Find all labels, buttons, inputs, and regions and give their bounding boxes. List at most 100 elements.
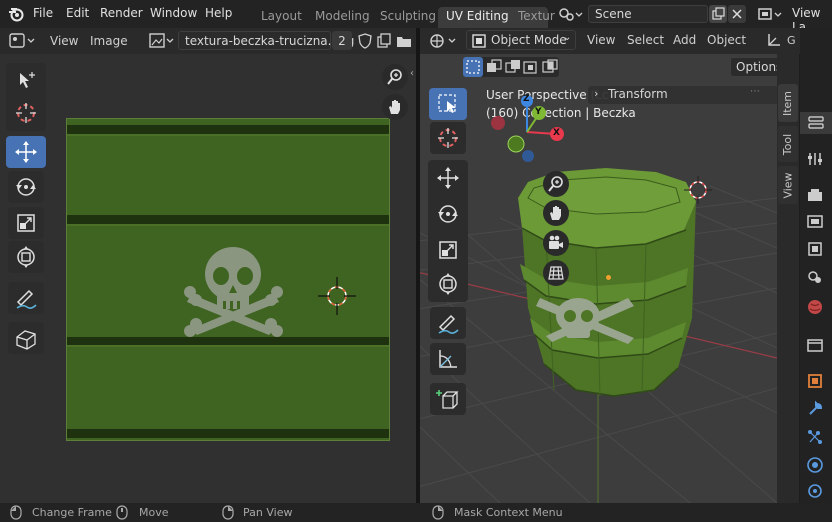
open-image-folder-icon[interactable] [395,32,413,50]
object-mode-dropdown[interactable]: Object Mode ⌄ [466,30,576,50]
viewport-tool-cursor[interactable] [430,122,466,154]
tool-move[interactable] [6,136,46,168]
image-editor-view-menu[interactable]: View [50,34,78,48]
select-box-icon [438,94,456,113]
menu-help[interactable]: Help [205,6,232,20]
image-name-field[interactable]: textura-beczka-trucizna.png [178,31,354,50]
move-icon [15,141,37,163]
viewport-pan-button[interactable] [543,200,569,226]
select-box-icon [20,72,35,88]
select-new-button[interactable] [463,57,483,77]
select-intersect-button[interactable] [540,57,560,77]
delete-scene-icon[interactable] [728,5,746,23]
transform-orientation-icon[interactable]: G [765,31,796,49]
constraint-properties-icon[interactable] [806,482,824,500]
tab-sculpting[interactable]: Sculpting [380,9,436,23]
transform-icon [439,273,457,295]
view-layer-properties-icon[interactable] [806,240,824,258]
hand-icon [550,206,561,220]
select-invert-button[interactable] [521,57,541,77]
tab-uv-editing[interactable]: UV Editing [446,9,509,23]
image-user-count-label: 2 [338,33,346,48]
tool-rotate[interactable] [8,171,44,203]
scene-name-field[interactable]: Scene [588,5,708,23]
sample-icon [16,330,36,350]
image-browse-icon[interactable] [148,32,176,50]
viewport-tool-add-cube[interactable] [430,383,466,415]
scene-properties-icon[interactable] [806,268,824,286]
image-editor-image-menu[interactable]: Image [90,34,128,48]
menu-render[interactable]: Render [100,6,143,20]
mouse-middle-icon [116,505,128,520]
grid-icon [548,266,564,280]
gizmo-x-label: X [553,128,560,138]
tab-layout[interactable]: Layout [261,9,302,23]
view-layer-icon[interactable] [756,6,784,23]
collection-properties-icon[interactable] [806,336,824,354]
menu-edit[interactable]: Edit [66,6,89,20]
drag-handle-icon: ⋯ [750,86,760,97]
barrel-object[interactable] [516,168,702,400]
viewport-tool-measure[interactable] [430,343,466,375]
tool-sample[interactable] [8,322,44,354]
viewport-editor-type-icon[interactable] [428,32,460,50]
transform-panel-header[interactable]: › Transform ⋯ [588,86,778,104]
2d-cursor-icon[interactable] [318,277,356,315]
object-properties-icon[interactable] [806,372,824,390]
tool-transform[interactable] [8,241,44,273]
tab-texture-paint[interactable]: Textur [518,9,555,23]
mouse-right-icon [222,505,234,520]
sidebar-tab-item[interactable]: Item [778,84,798,122]
render-properties-icon[interactable] [806,186,824,204]
world-properties-icon[interactable] [806,298,824,316]
tool-scale[interactable] [8,207,44,239]
tool-annotate[interactable] [8,282,44,314]
particles-properties-icon[interactable] [806,428,824,446]
output-properties-icon[interactable] [806,212,824,230]
chevron-right-icon: › [594,87,599,100]
viewport-zoom-button[interactable] [543,171,569,197]
3d-cursor-icon[interactable] [684,176,712,204]
select-subtract-button[interactable] [503,57,523,77]
viewport-tool-move[interactable] [430,162,466,194]
viewport-select-menu[interactable]: Select [627,33,664,47]
new-scene-icon[interactable] [709,5,727,23]
menu-file[interactable]: File [33,6,53,20]
viewport-ortho-toggle-button[interactable] [543,260,569,286]
image-zoom-button[interactable] [382,64,408,90]
viewport-tool-annotate[interactable] [430,307,466,339]
image-pan-button[interactable] [382,94,408,120]
viewport-view-menu[interactable]: View [587,33,615,47]
viewport-tool-select-box[interactable] [429,88,467,120]
rotate-icon [16,178,36,196]
modifier-properties-icon[interactable] [806,400,824,418]
scene-selector-icon[interactable] [558,6,584,23]
new-image-icon[interactable] [375,32,393,50]
viewport-tool-rotate[interactable] [430,198,466,230]
navigation-gizmo[interactable]: Z X Y [484,92,574,166]
menu-window[interactable]: Window [150,6,197,20]
select-extend-button[interactable] [484,57,504,77]
mouse-right-icon [432,505,444,520]
tool-cursor[interactable] [8,97,44,129]
tool-select-box[interactable] [8,64,44,96]
physics-properties-icon[interactable] [806,456,824,474]
viewport-tool-scale[interactable] [430,234,466,266]
blender-logo-icon[interactable] [8,6,24,22]
fake-user-shield-icon[interactable] [356,32,374,50]
viewport-object-menu[interactable]: Object [707,33,746,47]
image-sidebar-toggle-icon[interactable]: ‹ [410,68,414,79]
sidebar-tab-view[interactable]: View [778,166,798,204]
properties-header[interactable] [800,112,832,134]
viewport-tool-transform[interactable] [430,268,466,300]
viewport-add-menu[interactable]: Add [673,33,696,47]
options-label: Options [736,60,783,74]
svg-text:G: G [787,34,795,47]
tab-modeling[interactable]: Modeling [315,9,370,23]
viewport-camera-button[interactable] [543,230,569,256]
tool-settings-icon[interactable] [806,150,824,168]
sidebar-tab-tool[interactable]: Tool [778,126,798,162]
editor-type-icon[interactable] [8,32,38,50]
image-name-label: textura-beczka-trucizna.png [185,34,355,48]
image-user-count[interactable]: 2 [332,31,352,50]
